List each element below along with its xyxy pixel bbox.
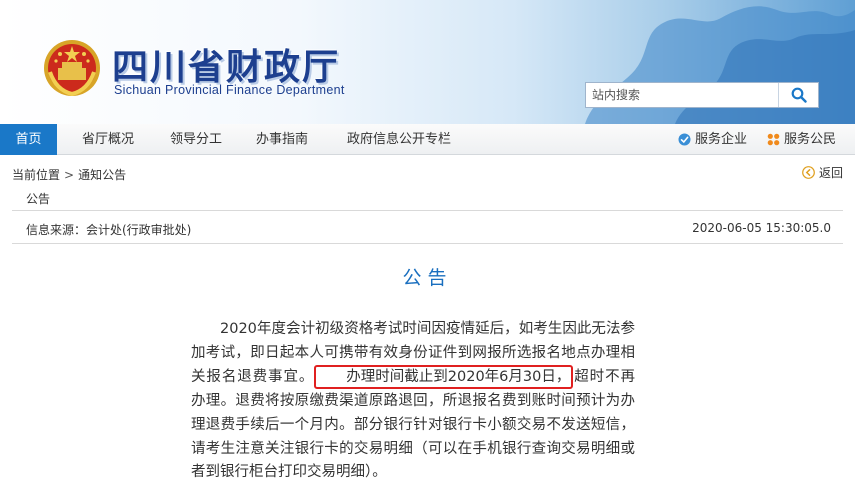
divider — [12, 210, 843, 211]
nav-item-leadership[interactable]: 领导分工 — [170, 124, 222, 155]
search-icon — [791, 87, 807, 103]
breadcrumb-prefix: 当前位置 — [12, 168, 61, 182]
info-source: 信息来源：会计处(行政审批处) — [26, 223, 192, 237]
service-citizen-label: 服务公民 — [784, 132, 837, 147]
site-subtitle: Sichuan Provincial Finance Department — [114, 83, 345, 97]
search-input[interactable] — [586, 83, 778, 107]
nav-item-overview[interactable]: 省厅概况 — [82, 124, 134, 155]
nav-item-guide[interactable]: 办事指南 — [256, 124, 308, 155]
article-title: 公告 — [402, 267, 453, 289]
highlighted-deadline: 办理时间截止到2020年6月30日， — [314, 365, 574, 390]
back-arrow-icon — [802, 166, 815, 179]
nav-item-service-enterprise[interactable]: 服务企业 — [678, 124, 747, 155]
article-body: 2020年度会计初级资格考试时间因疫情延后，如考生因此无法参加考试，即日起本人可… — [191, 318, 635, 485]
breadcrumb-separator: > — [64, 168, 75, 182]
back-label: 返回 — [818, 166, 843, 180]
site-header: 四川省财政厅 Sichuan Provincial Finance Depart… — [0, 0, 855, 124]
nav-item-service-citizen[interactable]: 服务公民 — [767, 124, 836, 155]
article-paragraph: 2020年度会计初级资格考试时间因疫情延后，如考生因此无法参加考试，即日起本人可… — [191, 318, 635, 485]
breadcrumb-current[interactable]: 通知公告 — [78, 168, 126, 182]
search-box — [585, 82, 819, 108]
national-emblem-icon — [44, 40, 100, 97]
search-button[interactable] — [778, 83, 818, 107]
category-label: 公告 — [26, 192, 51, 206]
publish-date: 2020-06-05 15:30:05.0 — [692, 221, 831, 235]
service-enterprise-label: 服务企业 — [695, 132, 748, 147]
main-nav: 首页 省厅概况 领导分工 办事指南 政府信息公开专栏 服务企业 服务公民 — [0, 124, 855, 155]
service-citizen-icon — [767, 133, 780, 146]
service-enterprise-icon — [678, 133, 691, 146]
nav-item-info-disclosure[interactable]: 政府信息公开专栏 — [347, 124, 451, 155]
back-button[interactable]: 返回 — [802, 164, 843, 181]
breadcrumb: 当前位置 > 通知公告 — [12, 166, 126, 183]
nav-item-home[interactable]: 首页 — [0, 124, 57, 155]
divider — [12, 243, 843, 244]
